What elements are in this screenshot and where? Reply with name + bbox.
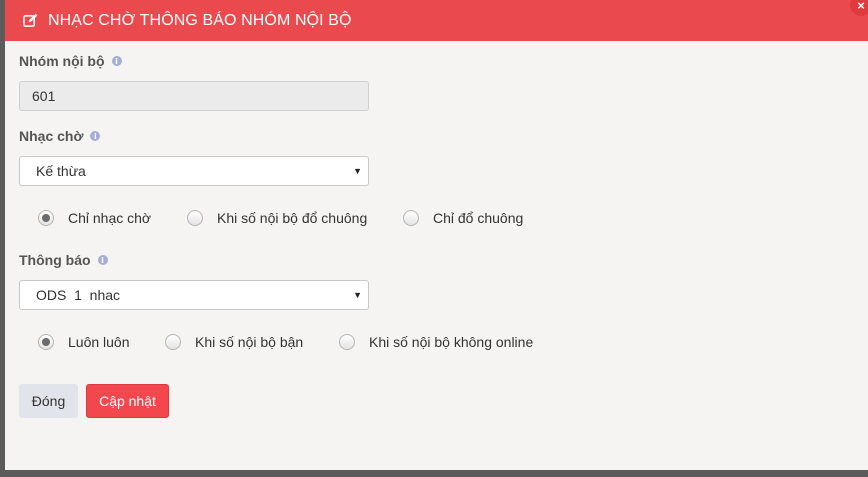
group-label: Nhóm nội bộ i xyxy=(19,53,122,69)
group-label-text: Nhóm nội bộ xyxy=(19,53,105,69)
radio-when-busy[interactable]: Khi số nội bộ bận xyxy=(165,331,303,353)
radio-label: Chỉ nhạc chờ xyxy=(68,210,152,226)
radio-unchecked-icon xyxy=(165,334,181,350)
radio-checked-icon xyxy=(38,210,54,226)
group-field: 601 xyxy=(19,81,369,111)
radio-label: Khi số nội bộ không online xyxy=(369,334,534,350)
radio-label: Chỉ đổ chuông xyxy=(433,210,524,226)
radio-unchecked-icon xyxy=(403,210,419,226)
announcement-select[interactable]: ODS 1 nhac ▼ xyxy=(19,280,369,310)
info-icon: i xyxy=(111,56,122,66)
dialog-header: NHẠC CHỜ THÔNG BÁO NHÓM NỘI BỘ xyxy=(5,0,868,41)
dialog: NHẠC CHỜ THÔNG BÁO NHÓM NỘI BỘ × Nhóm nộ… xyxy=(5,0,868,470)
hold-music-label: Nhạc chờ i xyxy=(19,128,101,144)
dialog-title: NHẠC CHỜ THÔNG BÁO NHÓM NỘI BỘ xyxy=(48,11,352,29)
radio-always[interactable]: Luôn luôn xyxy=(38,331,130,353)
dropdown-arrow-icon: ▼ xyxy=(353,166,362,176)
dropdown-arrow-icon: ▼ xyxy=(353,290,362,300)
backdrop xyxy=(0,470,868,477)
info-icon: i xyxy=(90,131,101,141)
hold-music-options: Chỉ nhạc chờ Khi số nội bộ đổ chuông Chỉ… xyxy=(5,207,868,229)
update-button[interactable]: Cập nhật xyxy=(86,384,169,418)
radio-hold-music-only[interactable]: Chỉ nhạc chờ xyxy=(38,207,151,229)
radio-unchecked-icon xyxy=(187,210,203,226)
hold-music-select[interactable]: Kế thừa ▼ xyxy=(19,156,369,186)
close-button[interactable]: Đóng xyxy=(19,384,78,418)
radio-label: Luôn luôn xyxy=(68,334,130,350)
radio-when-ringing[interactable]: Khi số nội bộ đổ chuông xyxy=(187,207,367,229)
radio-unchecked-icon xyxy=(339,334,355,350)
hold-music-selected: Kế thừa xyxy=(36,163,86,179)
radio-when-offline[interactable]: Khi số nội bộ không online xyxy=(339,331,533,353)
radio-checked-icon xyxy=(38,334,54,350)
announcement-label-text: Thông báo xyxy=(19,252,91,268)
radio-label: Khi số nội bộ bận xyxy=(195,334,304,350)
info-icon: i xyxy=(97,255,108,265)
announcement-selected: ODS 1 nhac xyxy=(36,287,121,303)
edit-icon xyxy=(23,13,39,29)
announcement-label: Thông báo i xyxy=(19,252,108,268)
radio-ring-only[interactable]: Chỉ đổ chuông xyxy=(403,207,523,229)
hold-music-label-text: Nhạc chờ xyxy=(19,128,84,144)
radio-label: Khi số nội bộ đổ chuông xyxy=(217,210,368,226)
announcement-options: Luôn luôn Khi số nội bộ bận Khi số nội b… xyxy=(5,331,868,353)
